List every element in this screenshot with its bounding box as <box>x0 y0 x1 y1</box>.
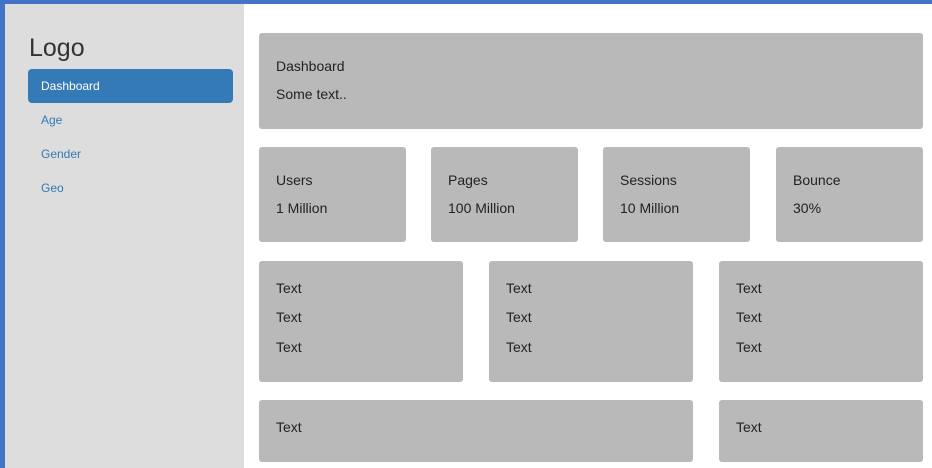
text-card: Text Text Text <box>489 261 693 382</box>
stat-value: 30% <box>793 200 822 216</box>
sidebar-nav: Dashboard Age Gender Geo <box>28 69 233 205</box>
text-card-line: Text <box>736 280 762 296</box>
sidebar-item-gender[interactable]: Gender <box>28 137 233 171</box>
logo: Logo <box>29 34 85 62</box>
text-card-line: Text <box>276 280 302 296</box>
bottom-card-text: Text <box>276 419 302 435</box>
stat-label: Users <box>276 172 313 188</box>
stat-value: 10 Million <box>620 200 680 216</box>
text-card: Text Text Text <box>259 261 463 382</box>
stat-label: Bounce <box>793 172 841 188</box>
bottom-card-text: Text <box>736 419 762 435</box>
text-card: Text Text Text <box>719 261 923 382</box>
text-card-line: Text <box>506 280 532 296</box>
bottom-card-wide: Text <box>259 400 693 462</box>
stat-value: 100 Million <box>448 200 515 216</box>
sidebar-item-geo[interactable]: Geo <box>28 171 233 205</box>
sidebar-item-dashboard[interactable]: Dashboard <box>28 69 233 103</box>
stat-label: Sessions <box>620 172 677 188</box>
text-card-line: Text <box>736 309 762 325</box>
stat-card-pages: Pages 100 Million <box>431 147 578 242</box>
stat-card-sessions: Sessions 10 Million <box>603 147 750 242</box>
stat-label: Pages <box>448 172 488 188</box>
header-card: Dashboard Some text.. <box>259 33 923 129</box>
sidebar: Logo Dashboard Age Gender Geo <box>5 4 244 468</box>
text-card-line: Text <box>736 339 762 355</box>
text-card-line: Text <box>276 339 302 355</box>
stat-card-bounce: Bounce 30% <box>776 147 923 242</box>
header-card-title: Dashboard <box>276 58 345 74</box>
text-card-line: Text <box>276 309 302 325</box>
stat-card-users: Users 1 Million <box>259 147 406 242</box>
stat-value: 1 Million <box>276 200 328 216</box>
text-card-line: Text <box>506 309 532 325</box>
text-card-line: Text <box>506 339 532 355</box>
sidebar-item-age[interactable]: Age <box>28 103 233 137</box>
bottom-card-narrow: Text <box>719 400 923 462</box>
header-card-text: Some text.. <box>276 86 347 102</box>
